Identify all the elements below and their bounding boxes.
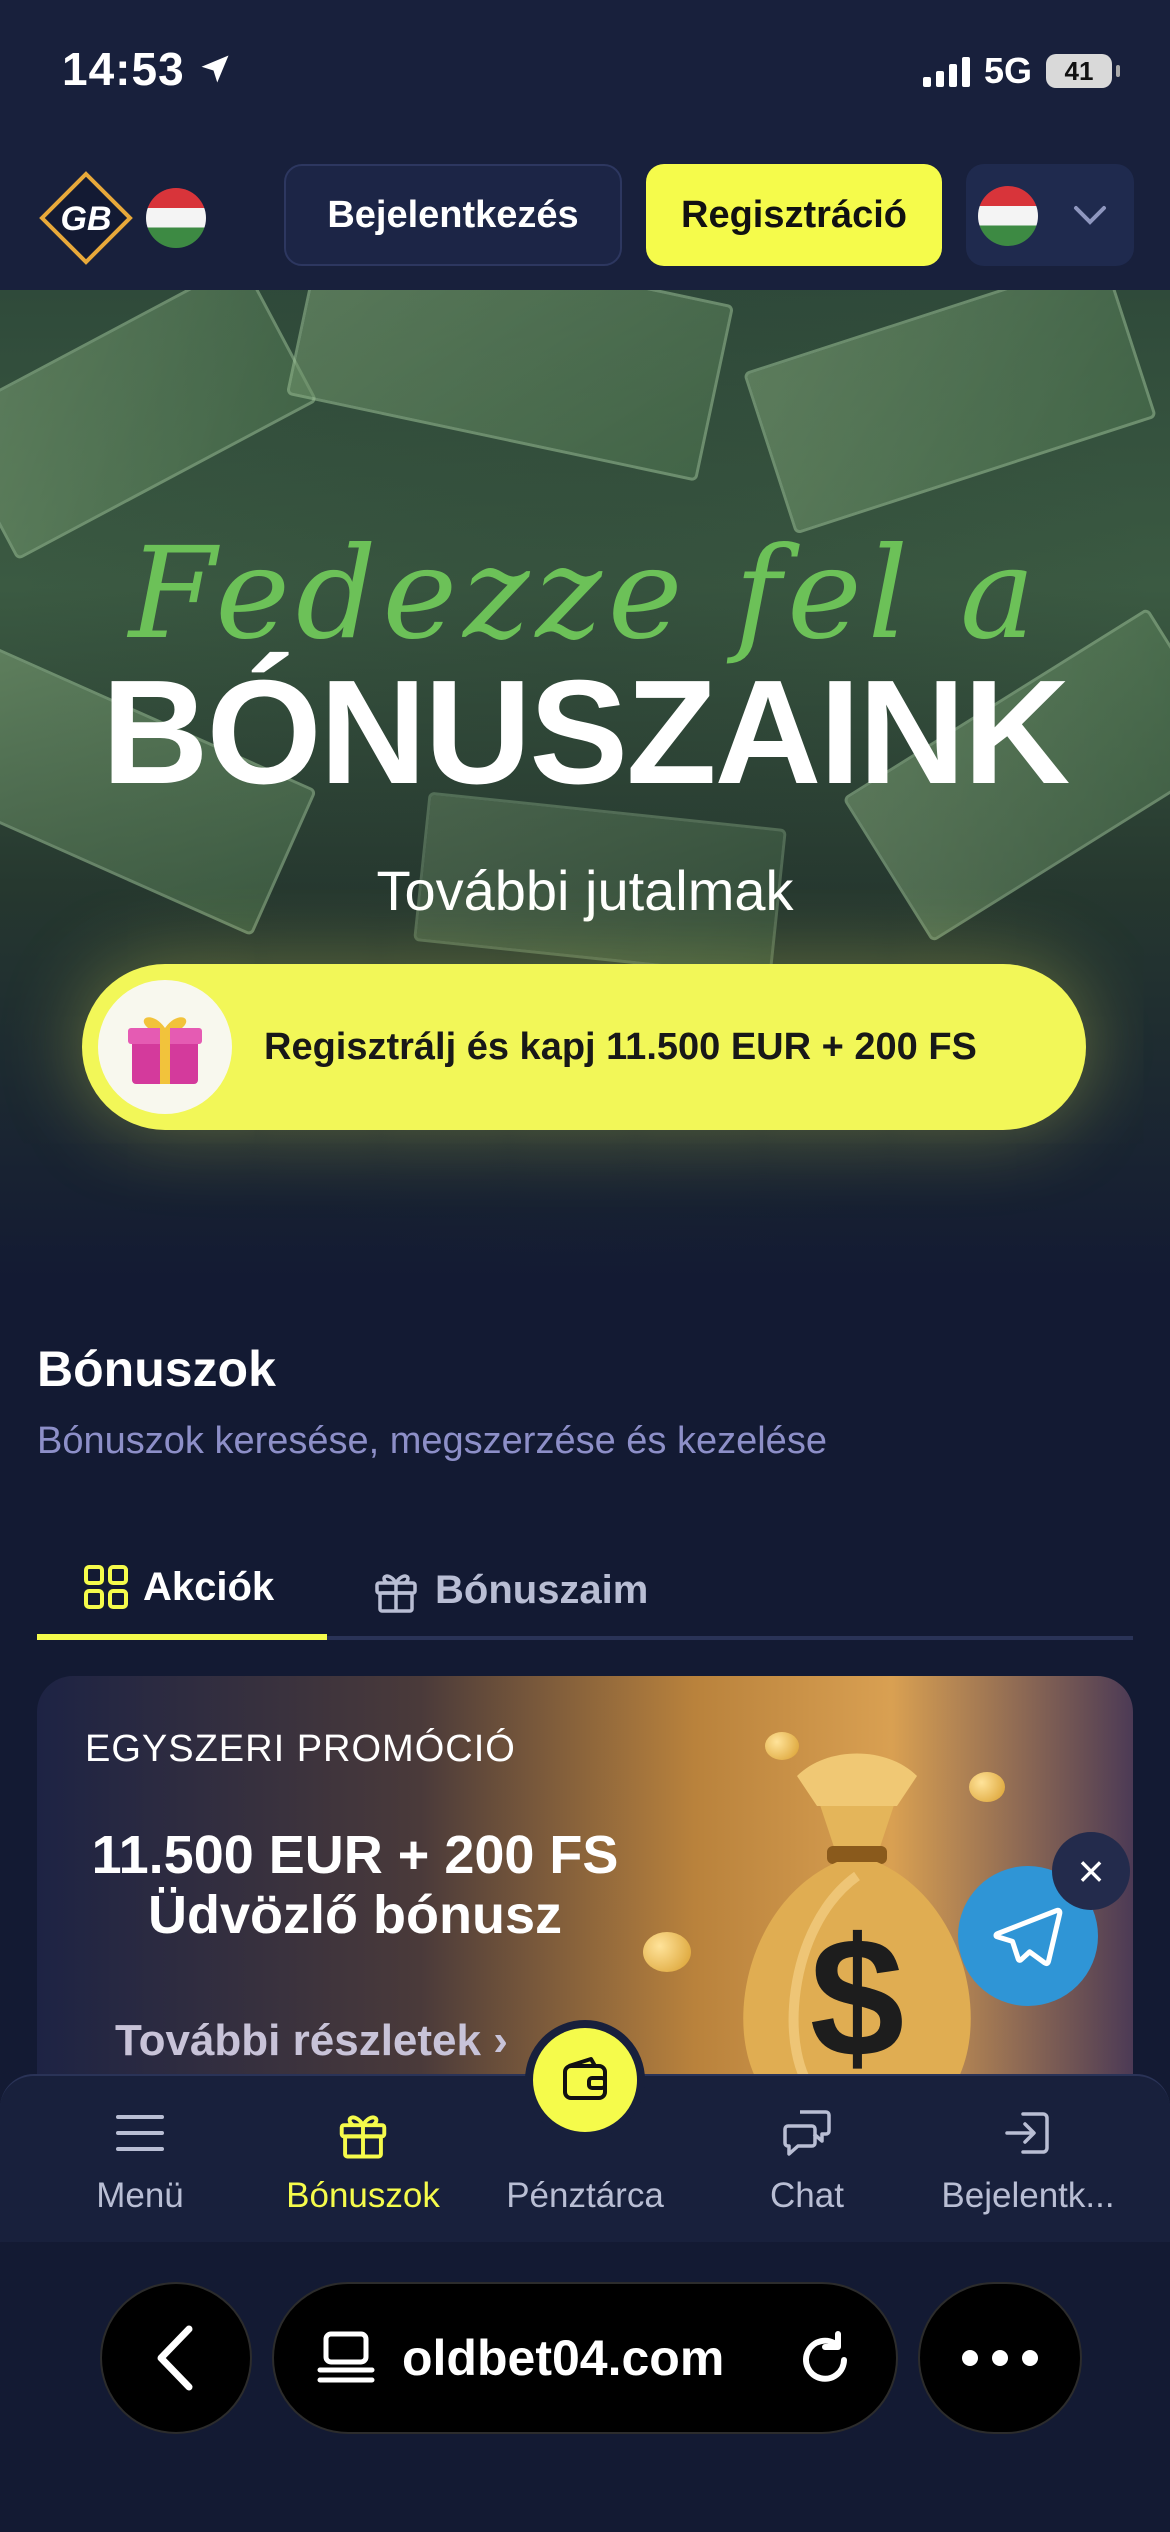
- coin-icon: [643, 1932, 691, 1972]
- chat-icon: [697, 2102, 917, 2164]
- section-subtitle: Bónuszok keresése, megszerzése és kezelé…: [37, 1420, 827, 1462]
- status-time: 14:53: [62, 42, 233, 96]
- location-arrow-icon: [201, 55, 229, 83]
- logo[interactable]: GB: [38, 170, 134, 266]
- wallet-icon: [563, 2057, 607, 2100]
- address-bar[interactable]: oldbet04.com: [272, 2282, 898, 2434]
- hero-script-text: Fedezze fel a: [128, 520, 1042, 667]
- telegram-icon: [993, 1907, 1063, 1967]
- hungarian-flag-icon: [978, 186, 1038, 246]
- promo-card-name: Üdvözlő bónusz: [148, 1885, 562, 1945]
- gift-icon: [98, 980, 232, 1114]
- tab-overview-icon: [317, 2331, 375, 2383]
- hungarian-flag-icon: [146, 188, 206, 248]
- chevron-down-icon: [1074, 206, 1106, 225]
- language-select[interactable]: [966, 164, 1134, 266]
- login-button[interactable]: Bejelentkezés: [284, 164, 622, 266]
- tab-akciok[interactable]: Akciók: [37, 1540, 327, 1640]
- close-icon[interactable]: ×: [1052, 1832, 1130, 1910]
- browser-toolbar: oldbet04.com: [0, 2242, 1170, 2532]
- more-options-button[interactable]: [918, 2282, 1082, 2434]
- login-icon: [918, 2102, 1138, 2164]
- nav-item-login[interactable]: Bejelentk...: [918, 2102, 1138, 2216]
- menu-icon: [30, 2102, 250, 2164]
- svg-text:$: $: [810, 1903, 905, 2093]
- hero-title: BÓNUSZAINK: [101, 650, 1071, 815]
- signal-icon: [922, 55, 970, 87]
- status-indicators: 5G 41: [922, 50, 1120, 92]
- gift-icon: [253, 2102, 473, 2164]
- nav-item-menu[interactable]: Menü: [30, 2102, 250, 2216]
- nav-item-chat[interactable]: Chat: [697, 2102, 917, 2216]
- section-title: Bónuszok: [37, 1341, 276, 1397]
- register-button[interactable]: Regisztráció: [646, 164, 942, 266]
- url-text: oldbet04.com: [402, 2330, 725, 2386]
- promo-card-label: EGYSZERI PROMÓCIÓ: [85, 1728, 516, 1770]
- more-details-link[interactable]: További részletek ›: [115, 2016, 508, 2066]
- reload-icon[interactable]: [794, 2328, 856, 2390]
- gift-icon: [375, 1574, 417, 1613]
- bonus-tabs: Akciók Bónuszaim: [37, 1540, 1133, 1640]
- register-promo-button[interactable]: Regisztrálj és kapj 11.500 EUR + 200 FS: [82, 964, 1086, 1130]
- site-header: GB Bejelentkezés Regisztráció: [0, 150, 1170, 290]
- status-bar: 14:53 5G 41: [0, 0, 1170, 150]
- money-decoration: [743, 290, 1157, 535]
- network-label: 5G: [983, 50, 1032, 91]
- wallet-button[interactable]: [525, 2020, 645, 2140]
- svg-text:GB: GB: [61, 200, 112, 238]
- chevron-right-icon: ›: [481, 2016, 508, 2065]
- battery-icon: 41: [1046, 54, 1120, 88]
- promo-text: Regisztrálj és kapj 11.500 EUR + 200 FS: [264, 1025, 977, 1068]
- chevron-left-icon: [157, 2325, 193, 2391]
- hero-subtitle: További jutalmak: [376, 859, 794, 922]
- back-button[interactable]: [100, 2282, 252, 2434]
- money-decoration: [285, 290, 735, 482]
- hero-banner: Fedezze fel a BÓNUSZAINK További jutalma…: [0, 290, 1170, 1280]
- promo-card-amount: 11.500 EUR + 200 FS: [91, 1825, 619, 1885]
- grid-icon: [84, 1565, 128, 1609]
- nav-item-bonuses[interactable]: Bónuszok: [253, 2102, 473, 2216]
- tab-bonuszaim[interactable]: Bónuszaim: [371, 1540, 648, 1640]
